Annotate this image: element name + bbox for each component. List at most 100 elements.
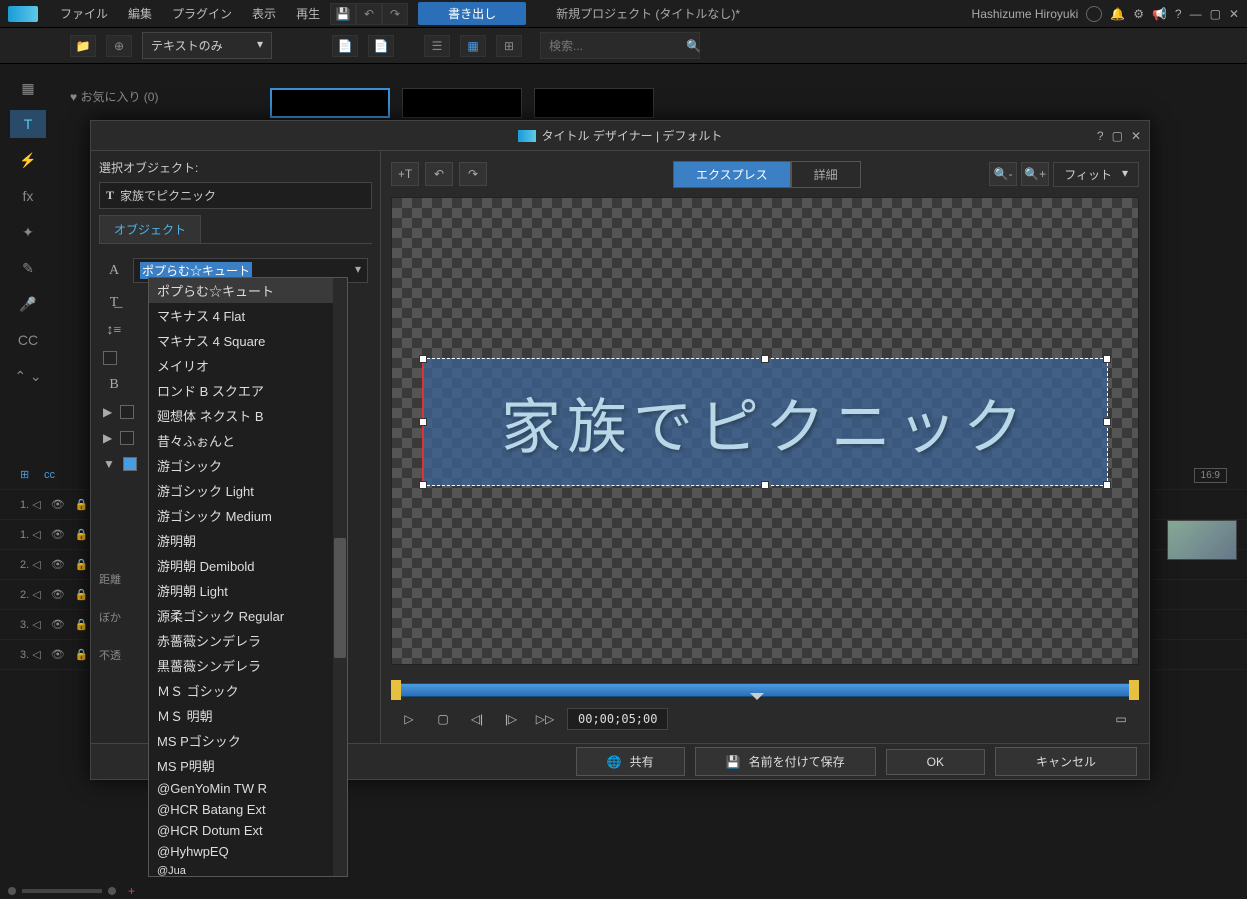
resize-handle[interactable] [419, 481, 427, 489]
playhead-icon[interactable] [750, 693, 764, 707]
font-option[interactable]: 黒薔薇シンデレラ [149, 653, 347, 678]
rail-overlay-icon[interactable]: ✦ [10, 218, 46, 246]
safe-zone-icon[interactable]: ▭ [1109, 708, 1133, 730]
undo-icon[interactable]: ↶ [356, 3, 382, 25]
font-option[interactable]: 游ゴシック [149, 453, 347, 478]
close-icon[interactable]: ✕ [1229, 7, 1239, 21]
rail-fx-icon[interactable]: fx [10, 182, 46, 210]
undo-icon[interactable]: ↶ [425, 162, 453, 186]
ok-button[interactable]: OK [886, 749, 985, 775]
checkbox[interactable] [103, 351, 117, 365]
title-preview-text[interactable]: 家族でピクニック [501, 379, 1029, 466]
resize-handle[interactable] [1103, 418, 1111, 426]
font-option[interactable]: 游明朝 Demibold [149, 553, 347, 578]
zoom-in-icon[interactable]: 🔍+ [1021, 162, 1049, 186]
minimize-icon[interactable]: — [1190, 7, 1202, 21]
font-dropdown-list[interactable]: ポプらむ☆キュートマキナス 4 Flatマキナス 4 Squareメイリオロンド… [148, 277, 348, 877]
font-option[interactable]: マキナス 4 Square [149, 328, 347, 353]
redo-icon[interactable]: ↷ [382, 3, 408, 25]
gear-icon[interactable]: ⚙ [1133, 7, 1144, 21]
play-icon[interactable]: ▷ [397, 708, 421, 730]
zoom-out-dot[interactable] [8, 887, 16, 895]
zoom-in-dot[interactable] [108, 887, 116, 895]
preview-canvas[interactable]: 家族でピクニック [391, 197, 1139, 665]
checkbox-checked[interactable] [123, 457, 137, 471]
font-option[interactable]: 廻想体 ネクスト B [149, 403, 347, 428]
expand-icon[interactable]: ▶ [103, 431, 112, 445]
font-option[interactable]: @HCR Batang Ext [149, 799, 347, 820]
stop-icon[interactable]: ▢ [431, 708, 455, 730]
filter-dropdown[interactable]: テキストのみ▾ [142, 32, 272, 59]
rail-media-icon[interactable]: ▦ [10, 74, 46, 102]
font-option[interactable]: 游ゴシック Medium [149, 503, 347, 528]
tl-opts-icon[interactable]: ⊞ [20, 468, 34, 481]
new-doc-icon[interactable]: 📄 [332, 35, 358, 57]
menu-play[interactable]: 再生 [286, 5, 330, 22]
cancel-button[interactable]: キャンセル [995, 747, 1137, 776]
menu-plugin[interactable]: プラグイン [162, 5, 242, 22]
timeline-out-handle[interactable] [1129, 680, 1139, 700]
font-option[interactable]: MS Pゴシック [149, 728, 347, 753]
font-option[interactable]: @Jua [149, 862, 347, 877]
rail-pen-icon[interactable]: ✎ [10, 254, 46, 282]
object-tab[interactable]: オブジェクト [99, 215, 201, 243]
resize-handle[interactable] [419, 355, 427, 363]
capture-icon[interactable]: ⊕ [106, 35, 132, 57]
favorites-label[interactable]: ♥ お気に入り (0) [70, 88, 158, 105]
font-option[interactable]: 源柔ゴシック Regular [149, 603, 347, 628]
timecode-display[interactable]: 00;00;05;00 [567, 708, 668, 730]
font-option[interactable]: 游ゴシック Light [149, 478, 347, 503]
modal-close-icon[interactable]: ✕ [1131, 129, 1141, 143]
tl-cc-icon[interactable]: cc [44, 469, 58, 481]
menu-edit[interactable]: 編集 [118, 5, 162, 22]
font-option[interactable]: マキナス 4 Flat [149, 303, 347, 328]
resize-handle[interactable] [419, 418, 427, 426]
font-option[interactable]: @GenYoMin TW R [149, 778, 347, 799]
template-thumb[interactable] [534, 88, 654, 118]
add-text-icon[interactable]: +T [391, 162, 419, 186]
font-option[interactable]: ＭＳ 明朝 [149, 703, 347, 728]
rail-audio-icon[interactable]: 🎤 [10, 290, 46, 318]
timeline-in-handle[interactable] [391, 680, 401, 700]
user-avatar-icon[interactable] [1086, 6, 1102, 22]
view-grid2-icon[interactable]: ⊞ [496, 35, 522, 57]
font-option[interactable]: 游明朝 Light [149, 578, 347, 603]
menu-file[interactable]: ファイル [50, 5, 118, 22]
font-option[interactable]: @HyhwpEQ [149, 841, 347, 862]
rail-cc-icon[interactable]: CC [10, 326, 46, 354]
font-option[interactable]: メイリオ [149, 353, 347, 378]
fast-forward-icon[interactable]: ▷▷ [533, 708, 557, 730]
detail-mode-button[interactable]: 詳細 [791, 161, 861, 188]
preview-timeline[interactable] [391, 679, 1139, 703]
resize-handle[interactable] [1103, 481, 1111, 489]
font-option[interactable]: 赤薔薇シンデレラ [149, 628, 347, 653]
aspect-ratio-badge[interactable]: 16:9 [1194, 468, 1227, 483]
view-list-icon[interactable]: ☰ [424, 35, 450, 57]
import-icon[interactable]: 📁 [70, 35, 96, 57]
checkbox[interactable] [120, 405, 134, 419]
export-button[interactable]: 書き出し [418, 2, 526, 25]
checkbox[interactable] [120, 431, 134, 445]
zoom-dropdown[interactable]: フィット▾ [1053, 162, 1139, 187]
help-icon[interactable]: ? [1175, 7, 1182, 21]
new-doc2-icon[interactable]: 📄 [368, 35, 394, 57]
next-frame-icon[interactable]: |▷ [499, 708, 523, 730]
title-text-input[interactable]: T 家族でピクニック [99, 182, 372, 209]
share-button[interactable]: 🌐共有 [576, 747, 685, 776]
timeline-track-bar[interactable] [395, 683, 1135, 697]
font-option[interactable]: @HCR Dotum Ext [149, 820, 347, 841]
announce-icon[interactable]: 📢 [1152, 7, 1167, 21]
scrollbar-thumb[interactable] [334, 538, 346, 658]
save-icon[interactable]: 💾 [330, 3, 356, 25]
menu-view[interactable]: 表示 [242, 5, 286, 22]
template-thumb[interactable] [270, 88, 390, 118]
title-bounding-box[interactable]: 家族でピクニック [422, 358, 1108, 486]
modal-help-icon[interactable]: ? [1097, 129, 1104, 143]
maximize-icon[interactable]: ▢ [1210, 7, 1221, 21]
font-option[interactable]: ＭＳ ゴシック [149, 678, 347, 703]
rail-title-icon[interactable]: T [10, 110, 46, 138]
rail-collapse-icon[interactable]: ⌃ ⌄ [10, 362, 46, 390]
modal-maximize-icon[interactable]: ▢ [1112, 129, 1123, 143]
rail-transition-icon[interactable]: ⚡ [10, 146, 46, 174]
bell-icon[interactable]: 🔔 [1110, 7, 1125, 21]
